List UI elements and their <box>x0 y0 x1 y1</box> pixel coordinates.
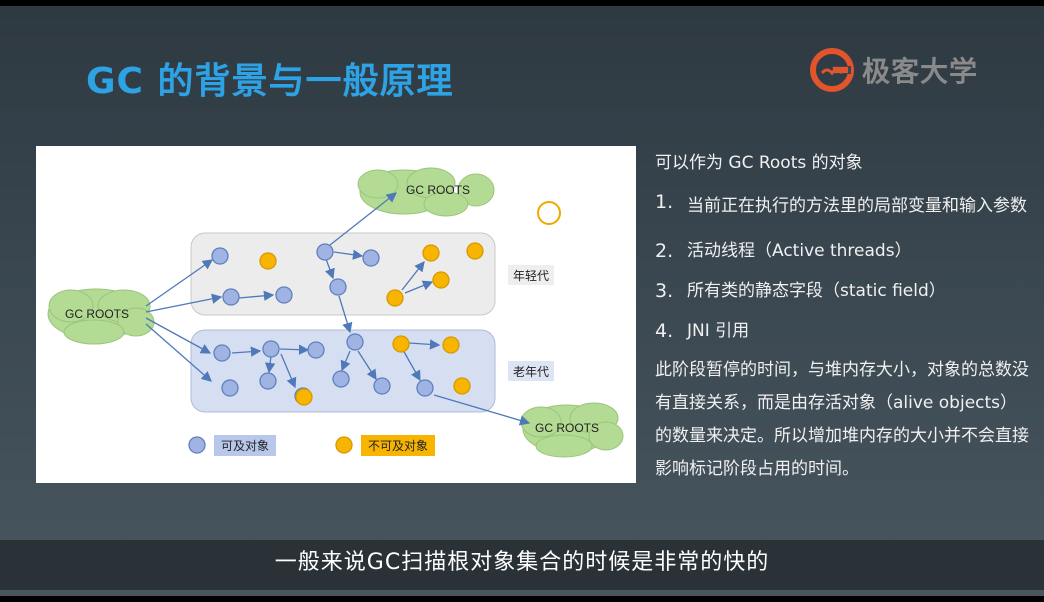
gc-roots-label-bottom: GC ROOTS <box>535 421 599 435</box>
reachable-object <box>262 340 280 358</box>
reachable-object <box>222 288 240 306</box>
diagram-svg: GC ROOTS GC ROOTS GC ROOTS 年轻代 老年代 可及对象 … <box>47 167 624 458</box>
list-item-number: 1. <box>655 191 674 213</box>
gc-roots-label-top: GC ROOTS <box>406 183 470 197</box>
list-item: 1. 当前正在执行的方法里的局部变量和输入参数 <box>655 189 1031 224</box>
brand-logo: 极客大学 <box>808 46 978 94</box>
isolated-unreachable-object <box>537 201 561 225</box>
unreachable-object <box>386 289 404 307</box>
reachable-object <box>346 333 364 351</box>
geekbang-logo-icon <box>810 48 854 92</box>
list-item-text: 当前正在执行的方法里的局部变量和输入参数 <box>687 196 1027 216</box>
reachable-object <box>275 286 293 304</box>
gc-roots-info-panel: 可以作为 GC Roots 的对象 1. 当前正在执行的方法里的局部变量和输入参… <box>655 150 1031 486</box>
unreachable-object <box>466 242 484 260</box>
unreachable-object <box>259 252 277 270</box>
video-subtitle: 一般来说GC扫描根对象集合的时候是非常的快的 <box>274 550 770 575</box>
reachable-object <box>316 243 334 261</box>
reachable-object <box>416 379 434 397</box>
unreachable-object <box>442 336 460 354</box>
pause-time-paragraph: 此阶段暂停的时间，与堆内存大小，对象的总数没有直接关系，而是由存活对象（aliv… <box>655 360 1029 479</box>
reachable-object <box>329 278 347 296</box>
reachable-object <box>373 377 391 395</box>
unreachable-object <box>392 335 410 353</box>
reachable-object <box>259 372 277 390</box>
list-item-text: JNI 引用 <box>687 321 750 341</box>
reachable-object <box>307 341 325 359</box>
reachable-object <box>332 370 350 388</box>
slide-title: GC 的背景与一般原理 <box>86 61 454 102</box>
legend-unreachable-swatch <box>335 436 353 454</box>
list-item: 3. 所有类的静态字段（static field） <box>655 278 1031 304</box>
list-item-text: 活动线程（Active threads） <box>687 241 912 261</box>
reachable-object <box>211 247 229 265</box>
reachable-object <box>221 379 239 397</box>
gc-roots-diagram: GC ROOTS GC ROOTS GC ROOTS 年轻代 老年代 可及对象 … <box>36 146 636 483</box>
list-item: 2. 活动线程（Active threads） <box>655 238 1031 264</box>
reachable-object <box>213 344 231 362</box>
old-gen-label: 老年代 <box>513 365 549 379</box>
legend-reachable-swatch <box>188 436 206 454</box>
list-item-number: 4. <box>655 320 674 342</box>
gc-roots-label-left: GC ROOTS <box>65 307 129 321</box>
list-item-number: 2. <box>655 240 674 262</box>
logo-text: 极客大学 <box>862 55 979 88</box>
list-item-number: 3. <box>655 280 674 302</box>
legend-unreachable-label: 不可及对象 <box>368 439 428 453</box>
legend-reachable-label: 可及对象 <box>221 439 269 453</box>
young-gen-label: 年轻代 <box>513 269 549 283</box>
unreachable-object <box>295 388 313 406</box>
list-item: 4. JNI 引用 <box>655 318 1031 344</box>
unreachable-object <box>432 271 450 289</box>
slide: GC 的背景与一般原理 极客大学 GC ROOTS GC ROOTS GC RO… <box>0 6 1044 596</box>
unreachable-object <box>422 244 440 262</box>
panel-heading: 可以作为 GC Roots 的对象 <box>655 153 863 173</box>
reachable-object <box>362 249 380 267</box>
unreachable-object <box>453 377 471 395</box>
list-item-text: 所有类的静态字段（static field） <box>687 281 946 301</box>
